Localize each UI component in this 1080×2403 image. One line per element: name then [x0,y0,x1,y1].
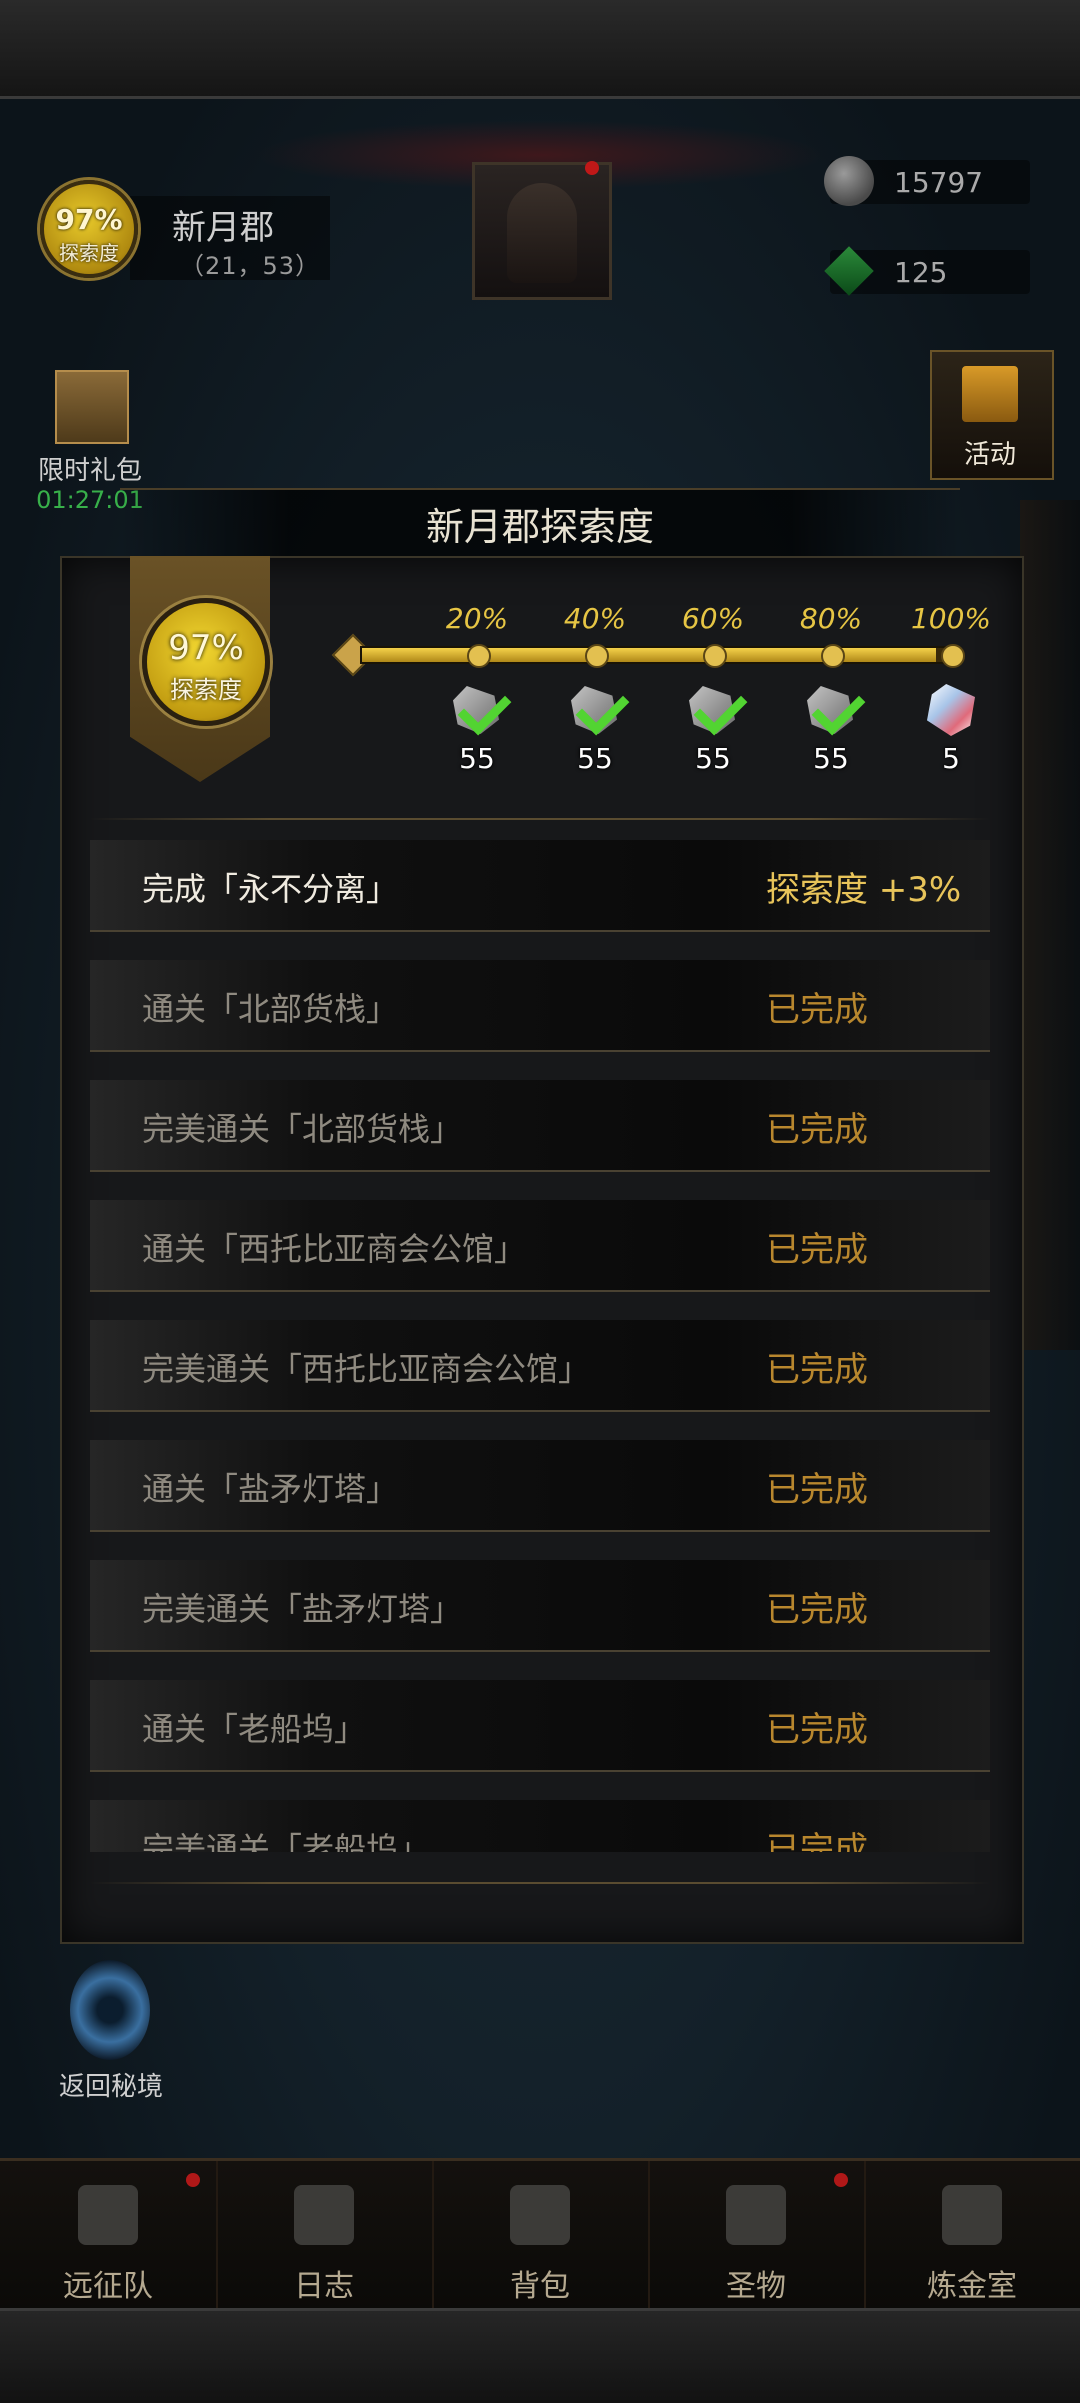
task-status: 已完成 [766,1350,868,1390]
milestone-label: 100% [910,602,992,635]
notification-dot [585,161,599,175]
task-status: 已完成 [766,1470,868,1510]
task-text: 通关「盐矛灯塔」 [142,1470,399,1508]
nav-journal[interactable]: 日志 [216,2161,434,2311]
gift-box-icon [55,370,129,444]
task-row[interactable]: 完美通关「西托比亚商会公馆」 已完成 [90,1320,990,1412]
exploration-badge[interactable]: 97% 探索度 [20,155,150,305]
panel-title: 新月郡探索度 [425,505,654,549]
gem-value: 125 [894,256,948,289]
hero-avatar[interactable] [472,161,612,300]
task-row[interactable]: 完成「永不分离」 探索度 +3% [90,840,990,932]
notification-dot [186,2173,200,2187]
portal-icon [70,1960,150,2060]
banner-percent: 97% [168,628,244,668]
reward-qty: 5 [942,742,960,775]
nav-label: 圣物 [726,2269,786,2304]
stone-icon [824,156,874,206]
backpack-icon [510,2185,570,2245]
gem-icon [824,246,874,296]
side-menu-strip [1020,500,1080,1350]
milestone-node [703,644,727,668]
task-text: 完美通关「盐矛灯塔」 [142,1590,463,1628]
divider [90,818,990,820]
milestone-node [467,644,491,668]
task-list[interactable]: 完成「永不分离」 探索度 +3% 通关「北部货栈」 已完成 完美通关「北部货栈」… [90,840,990,1852]
alchemy-icon [942,2185,1002,2245]
task-text: 通关「西托比亚商会公馆」 [142,1230,527,1268]
milestone-label: 80% [799,602,863,635]
task-row[interactable]: 通关「盐矛灯塔」 已完成 [90,1440,990,1532]
notification-dot [834,2173,848,2187]
task-text: 通关「老船坞」 [142,1710,367,1748]
activity-label: 活动 [963,440,1016,470]
task-status: 已完成 [766,1230,868,1270]
task-text: 完美通关「北部货栈」 [142,1110,463,1148]
reward-item [797,678,866,746]
task-row[interactable]: 通关「西托比亚商会公馆」 已完成 [90,1200,990,1292]
task-status: 已完成 [766,990,868,1030]
task-row[interactable]: 完美通关「北部货栈」 已完成 [90,1080,990,1172]
region-name: 新月郡 [172,208,274,248]
task-row[interactable]: 通关「老船坞」 已完成 [90,1680,990,1772]
nav-relic[interactable]: 圣物 [648,2161,866,2311]
helmet-icon [78,2185,138,2245]
task-text: 通关「北部货栈」 [142,990,399,1028]
activity-button[interactable]: 活动 [930,350,1054,480]
nav-label: 日志 [294,2269,354,2304]
nav-label: 炼金室 [927,2269,1017,2304]
nav-backpack[interactable]: 背包 [432,2161,650,2311]
nav-alchemy[interactable]: 炼金室 [864,2161,1080,2311]
nav-expedition[interactable]: 远征队 [0,2161,218,2311]
task-text: 完美通关「西托比亚商会公馆」 [142,1350,591,1388]
currency-gem[interactable]: 125 [824,246,1030,296]
hooded-figure-icon [507,183,577,283]
relic-icon [726,2185,786,2245]
crystal-icon [927,684,975,736]
task-status: 探索度 +3% [766,870,962,910]
nav-label: 远征队 [63,2269,153,2304]
exploration-percent: 97% [55,203,123,236]
milestone-node [821,644,845,668]
milestone-100[interactable]: 100% 5 [881,602,1021,792]
task-text: 完美通关「老船坞」 [142,1830,431,1852]
reward-item [917,678,985,746]
bottom-frame [0,2308,1080,2403]
journal-icon [294,2185,354,2245]
milestone-node [585,644,609,668]
currency-stone[interactable]: 15797 [824,156,1030,206]
reward-item [561,678,630,746]
task-text: 完成「永不分离」 [142,870,399,908]
gift-label: 限时礼包 [37,456,142,486]
task-status: 已完成 [766,1710,868,1750]
task-row[interactable]: 通关「北部货栈」 已完成 [90,960,990,1052]
reward-qty: 55 [813,742,849,775]
gift-icon [962,366,1018,422]
return-portal-button[interactable]: 返回秘境 [56,1960,166,2120]
reward-item [679,678,748,746]
task-row[interactable]: 完美通关「盐矛灯塔」 已完成 [90,1560,990,1652]
top-frame [0,0,1080,99]
reward-item [443,678,512,746]
portal-label: 返回秘境 [58,2072,163,2102]
task-row[interactable]: 完美通关「老船坞」 已完成 [90,1800,990,1852]
stone-value: 15797 [894,166,984,199]
divider [90,1882,990,1884]
task-status: 已完成 [766,1830,868,1852]
task-status: 已完成 [766,1590,868,1630]
milestone-80[interactable]: 80% 55 [761,602,901,792]
milestone-node [941,644,965,668]
nav-label: 背包 [510,2269,570,2304]
bottom-nav: 远征队 日志 背包 圣物 炼金室 [0,2158,1080,2311]
region-coords: （21，53） [180,252,321,280]
task-status: 已完成 [766,1110,868,1150]
exploration-label: 探索度 [59,241,119,265]
banner-label: 探索度 [170,676,242,704]
